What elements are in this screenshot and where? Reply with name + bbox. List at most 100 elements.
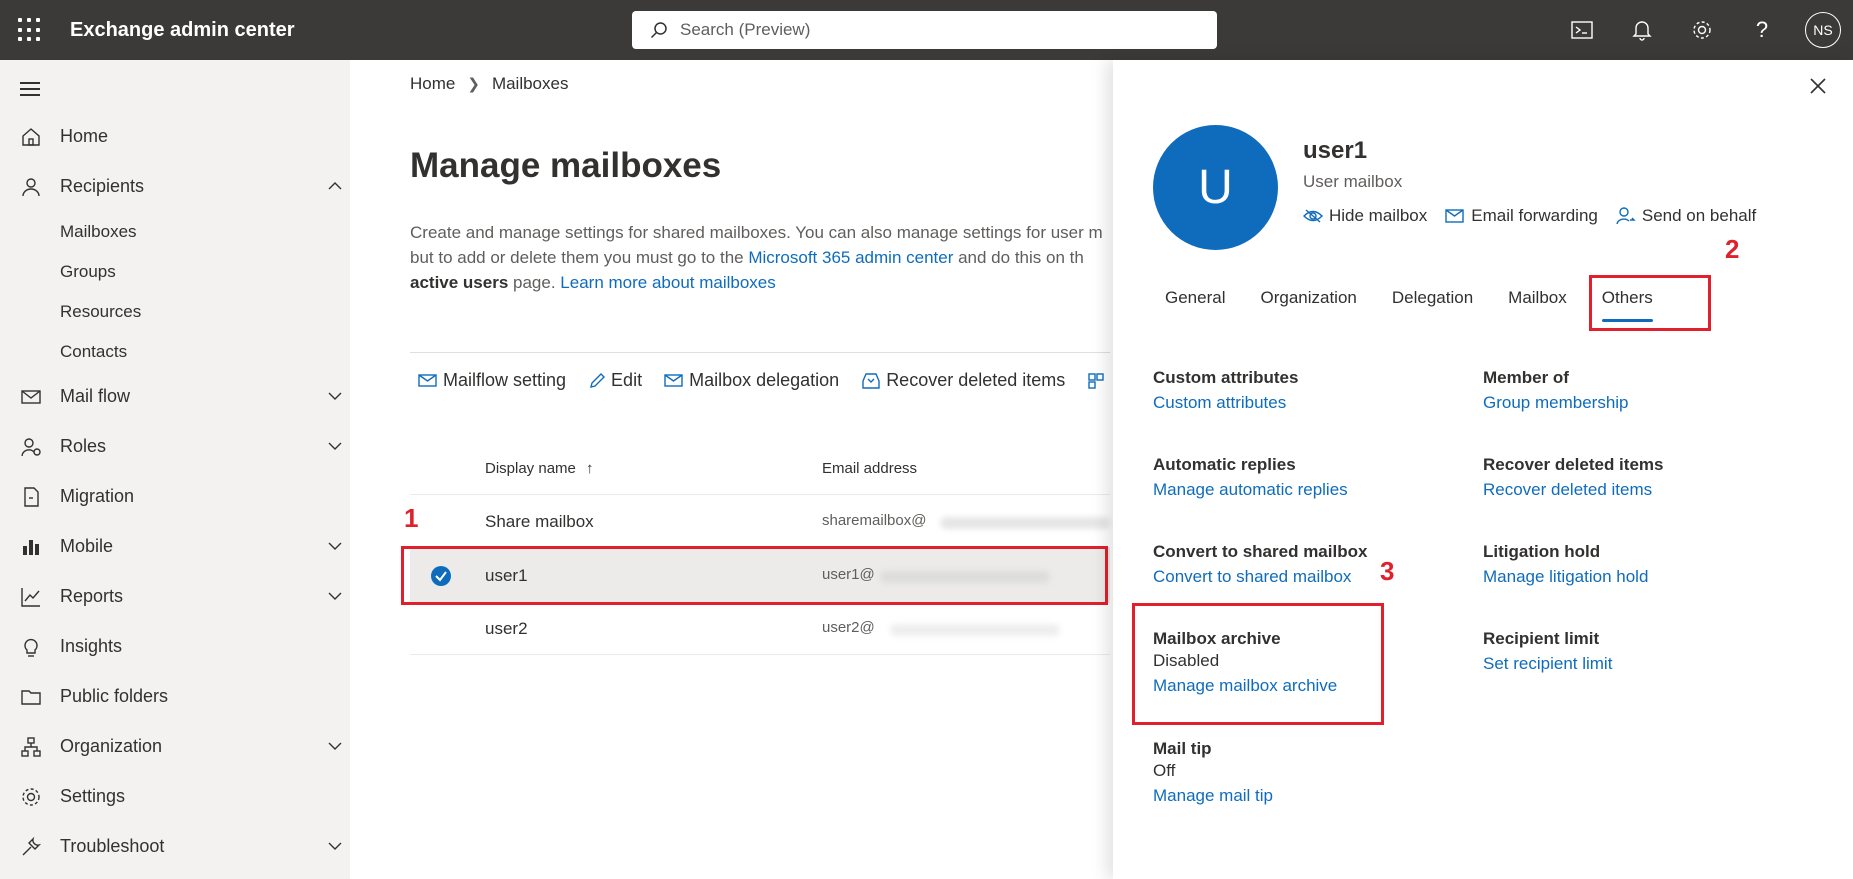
sidebar-item-groups[interactable]: Groups [60,262,116,282]
tab-delegation[interactable]: Delegation [1392,288,1473,308]
table-row[interactable]: user2 user2@ [410,603,1110,655]
pencil-icon [590,372,606,388]
sidebar-item-label: Mobile [60,535,114,556]
column-header-label: Display name [485,460,576,477]
email-forwarding-button[interactable]: Email forwarding [1445,206,1598,226]
close-icon[interactable] [1810,78,1826,94]
recipient-limit-link[interactable]: Set recipient limit [1483,654,1612,674]
hide-mailbox-button[interactable]: Hide mailbox [1303,206,1427,226]
breadcrumb: Home ❯ Mailboxes [410,74,568,94]
sidebar-item-settings[interactable]: Settings [0,776,350,816]
hide-eye-icon [1303,209,1323,223]
section-title: Automatic replies [1153,455,1296,474]
litigation-hold-link[interactable]: Manage litigation hold [1483,567,1648,587]
tab-mailbox[interactable]: Mailbox [1508,288,1567,308]
sidebar-item-reports[interactable]: Reports [0,576,350,616]
step-number-2: 2 [1725,234,1740,264]
learn-more-link[interactable]: Learn more about mailboxes [560,273,775,292]
sidebar-item-mobile[interactable]: Mobile [0,526,350,566]
desc-line-2: but to add or delete them you must go to… [410,248,749,267]
notifications-icon[interactable] [1626,14,1658,46]
row-email: sharemailbox@ [822,512,927,529]
desc-line-2-end: and do this on th [953,248,1084,267]
wrench-icon [22,836,42,856]
section-convert-shared: Convert to shared mailbox Convert to sha… [1153,542,1367,587]
sidebar-item-public-folders[interactable]: Public folders [0,676,350,716]
sidebar-item-contacts[interactable]: Contacts [60,342,127,362]
sidebar-item-mailboxes[interactable]: Mailboxes [60,222,137,242]
person-arrow-icon [1616,207,1636,225]
section-mail-tip: Mail tip Off Manage mail tip [1153,739,1273,806]
help-icon[interactable]: ? [1746,14,1778,46]
m365-admin-link[interactable]: Microsoft 365 admin center [748,248,953,267]
column-header-email[interactable]: Email address [822,460,917,477]
mail-tip-link[interactable]: Manage mail tip [1153,786,1273,806]
sidebar-item-label: Roles [60,435,107,456]
panel-actions: Hide mailbox Email forwarding Send on be… [1303,206,1756,226]
settings-icon[interactable] [1686,14,1718,46]
edit-button[interactable]: Edit [588,370,642,391]
send-on-behalf-label: Send on behalf [1641,206,1757,225]
custom-attributes-link[interactable]: Custom attributes [1153,393,1298,413]
mail-tip-status: Off [1153,761,1176,780]
sidebar-item-label: Insights [60,635,123,656]
tab-general[interactable]: General [1165,288,1225,308]
sidebar-item-migration[interactable]: Migration [0,476,350,516]
section-recover-deleted-items: Recover deleted items Recover deleted it… [1483,455,1663,500]
section-recipient-limit: Recipient limit Set recipient limit [1483,629,1612,674]
sidebar-item-label: Mail flow [60,385,131,406]
highlight-box-3 [1132,603,1384,725]
mailbox-delegation-button[interactable]: Mailbox delegation [664,370,839,391]
panel-user-name: user1 [1303,137,1368,164]
lightbulb-icon [24,638,38,657]
search-icon [650,22,667,39]
tab-organization[interactable]: Organization [1260,288,1356,308]
mailflow-setting-button[interactable]: Mailflow setting [418,370,566,391]
sidebar-item-resources[interactable]: Resources [60,302,141,322]
sidebar-item-recipients[interactable]: Recipients [0,166,350,206]
search-box[interactable] [632,11,1217,49]
chevron-right-icon: ❯ [467,76,480,93]
section-title: Member of [1483,368,1569,387]
app-title[interactable]: Exchange admin center [70,19,295,42]
sidebar-item-label: Settings [60,785,126,806]
recover-deleted-items-label: Recover deleted items [886,370,1066,390]
sidebar-item-roles[interactable]: Roles [0,426,350,466]
chevron-down-icon [328,742,342,750]
breadcrumb-current: Mailboxes [491,74,569,93]
table-row[interactable]: Share mailbox sharemailbox@ [410,495,1110,548]
breadcrumb-home[interactable]: Home [410,74,455,94]
sidebar-item-label: Migration [60,485,135,506]
reports-icon [21,588,40,607]
sidebar-item-home[interactable]: Home [0,116,350,156]
sidebar-item-troubleshoot[interactable]: Troubleshoot [0,826,350,866]
mail-delegate-icon [664,373,683,387]
group-membership-link[interactable]: Group membership [1483,393,1629,413]
sidebar-item-label: Organization [60,735,163,756]
sidebar-item-insights[interactable]: Insights [0,626,350,666]
sidebar-item-mail-flow[interactable]: Mail flow [0,376,350,416]
convert-shared-link[interactable]: Convert to shared mailbox [1153,567,1367,587]
user-avatar[interactable]: NS [1805,12,1841,48]
mobile-chart-icon [23,540,39,555]
hamburger-icon[interactable] [20,82,40,100]
recover-deleted-items-link[interactable]: Recover deleted items [1483,480,1663,500]
divider [410,352,1110,353]
section-title: Litigation hold [1483,542,1601,561]
sidebar-item-organization[interactable]: Organization [0,726,350,766]
send-on-behalf-button[interactable]: Send on behalf [1616,206,1756,226]
redacted-email [890,624,1060,636]
step-number-3: 3 [1380,556,1395,586]
app-launcher-icon[interactable] [18,18,42,42]
cloud-shell-icon[interactable] [1566,14,1598,46]
roles-icon [21,438,41,457]
automatic-replies-link[interactable]: Manage automatic replies [1153,480,1348,500]
column-header-display-name[interactable]: Display name ↑ [485,460,594,477]
search-input[interactable] [680,20,1160,40]
page-description: Create and manage settings for shared ma… [410,220,1110,295]
inbox-recover-icon [862,372,880,389]
chevron-up-icon [328,182,342,190]
more-commands-icon[interactable] [1087,372,1105,390]
chevron-down-icon [328,392,342,400]
recover-deleted-items-button[interactable]: Recover deleted items [861,370,1065,391]
